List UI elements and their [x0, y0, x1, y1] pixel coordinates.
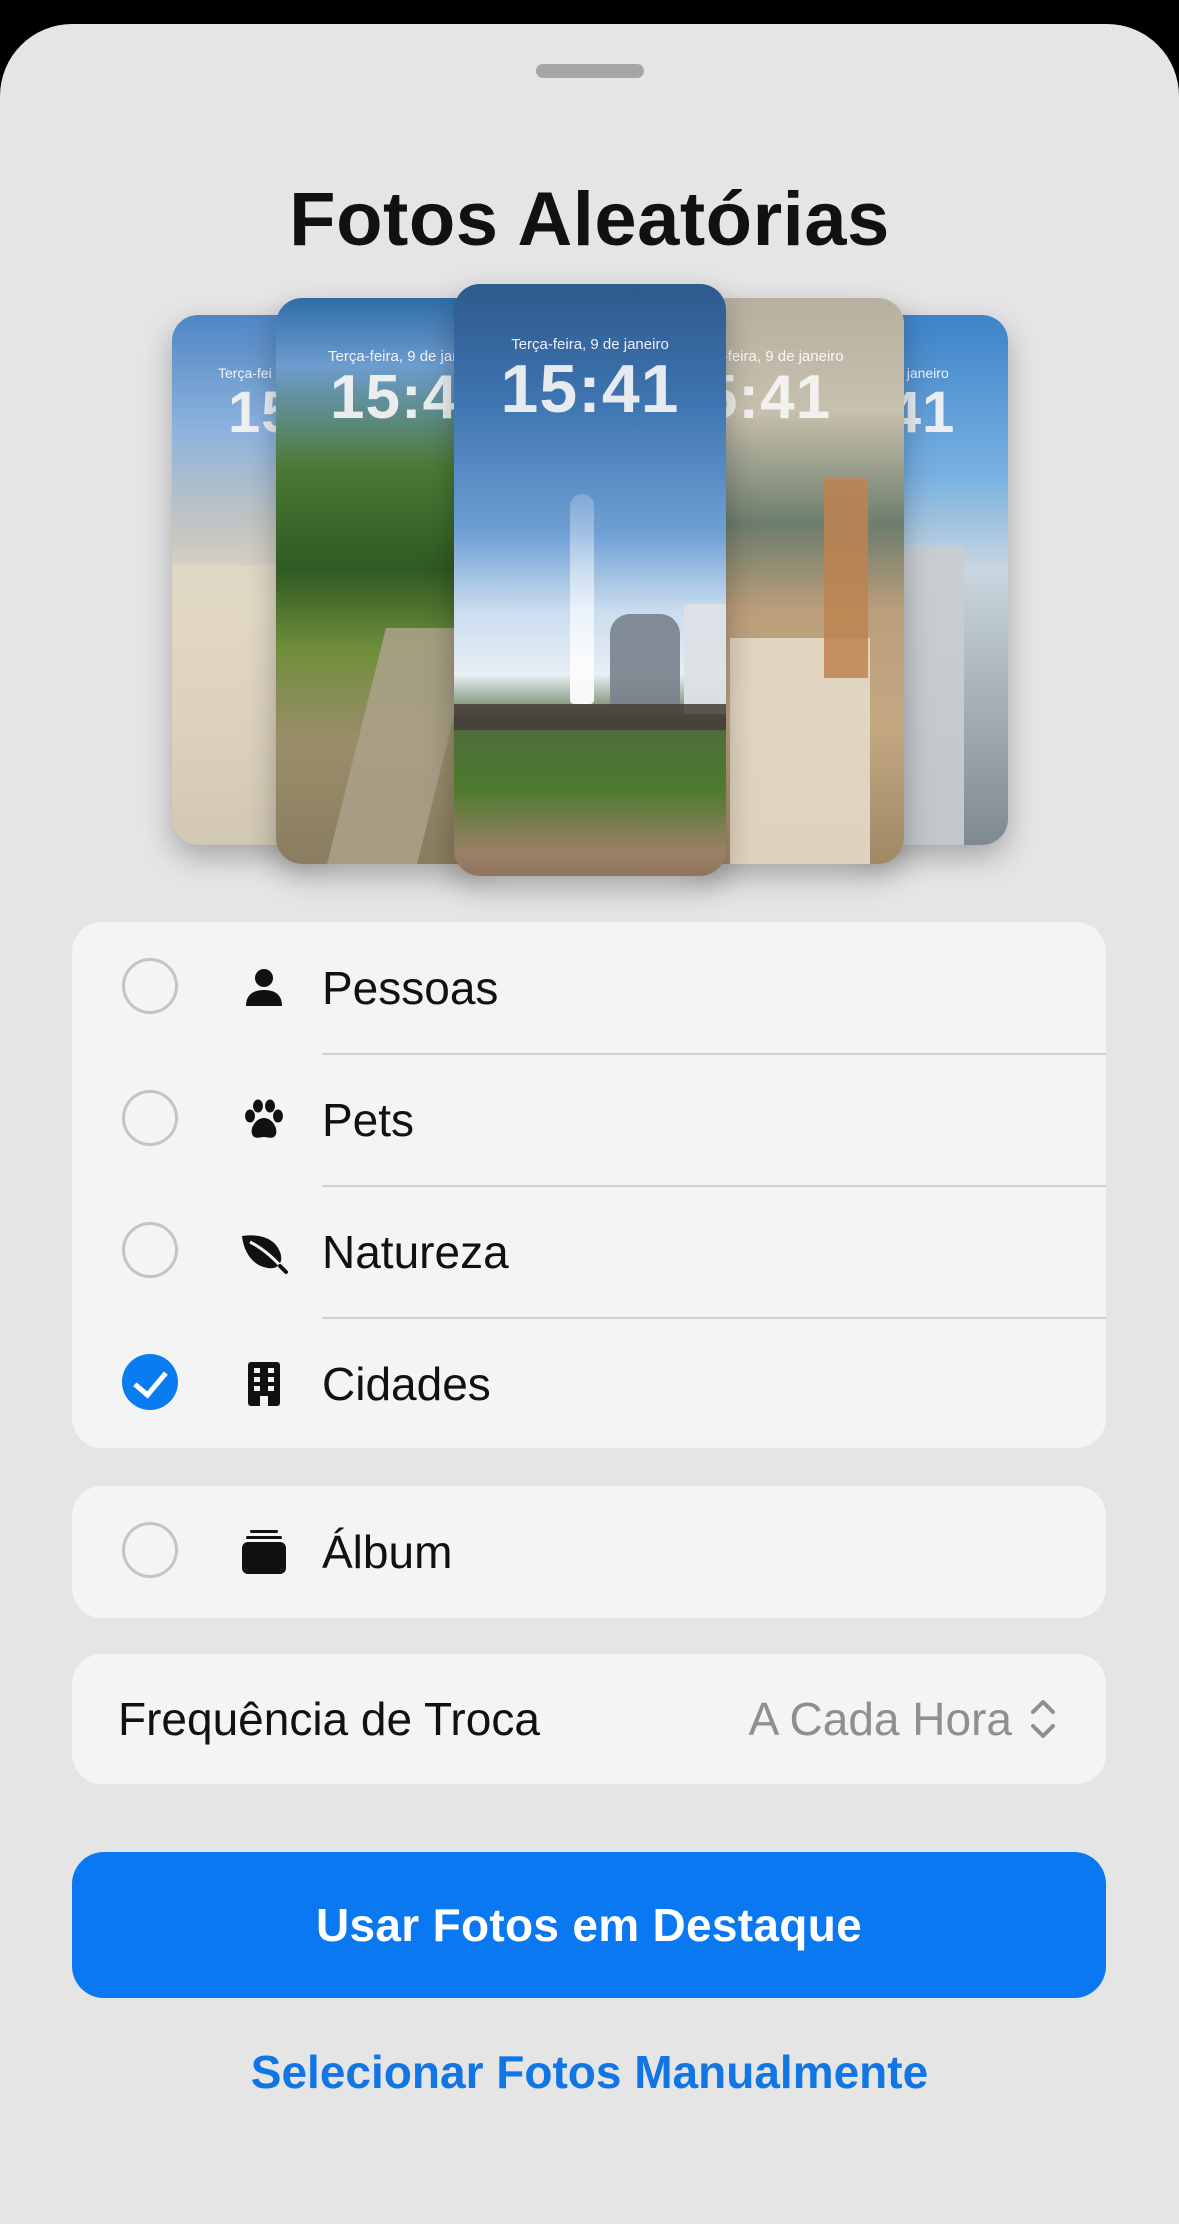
- person-icon: [246, 969, 282, 1006]
- building-icon: [248, 1362, 280, 1406]
- page-title: Fotos Aleatórias: [289, 177, 890, 262]
- option-natureza[interactable]: Natureza: [72, 1186, 1106, 1318]
- radio-checked[interactable]: [122, 1354, 178, 1410]
- chevron-up-down-icon[interactable]: [1028, 1696, 1058, 1742]
- radio-unchecked[interactable]: [122, 1090, 178, 1146]
- paw-icon: [245, 1099, 283, 1138]
- radio-unchecked[interactable]: [122, 1222, 178, 1278]
- option-label: Pets: [322, 1094, 415, 1146]
- radio-unchecked[interactable]: [122, 1522, 178, 1578]
- option-album[interactable]: Álbum: [72, 1486, 1106, 1618]
- radio-unchecked[interactable]: [122, 958, 178, 1014]
- option-label: Pessoas: [322, 962, 499, 1014]
- album-group: Álbum: [72, 1486, 1106, 1618]
- preview-card-center: Terça-feira, 9 de janeiro 15:41: [454, 284, 726, 876]
- preview-time: 15:4: [330, 363, 459, 432]
- option-pets[interactable]: Pets: [72, 1054, 1106, 1186]
- leaf-icon: [242, 1235, 288, 1274]
- select-photos-manually-link[interactable]: Selecionar Fotos Manualmente: [0, 2040, 1179, 2104]
- album-stack-icon: [242, 1530, 286, 1574]
- sheet-grabber[interactable]: [536, 64, 644, 78]
- option-cidades[interactable]: Cidades: [72, 1318, 1106, 1450]
- use-featured-photos-button[interactable]: Usar Fotos em Destaque: [72, 1852, 1106, 1998]
- option-label: Natureza: [322, 1226, 509, 1278]
- option-label: Cidades: [322, 1358, 491, 1410]
- preview-time: 15:41: [500, 351, 680, 427]
- option-pessoas[interactable]: Pessoas: [72, 922, 1106, 1054]
- option-label: Álbum: [322, 1526, 453, 1578]
- category-group: Pessoas Pets Natureza Cidades: [72, 922, 1106, 1448]
- frequency-group[interactable]: Frequência de Troca A Cada Hora: [72, 1654, 1106, 1784]
- frequency-label: Frequência de Troca: [118, 1693, 540, 1745]
- frequency-value[interactable]: A Cada Hora: [749, 1654, 1012, 1784]
